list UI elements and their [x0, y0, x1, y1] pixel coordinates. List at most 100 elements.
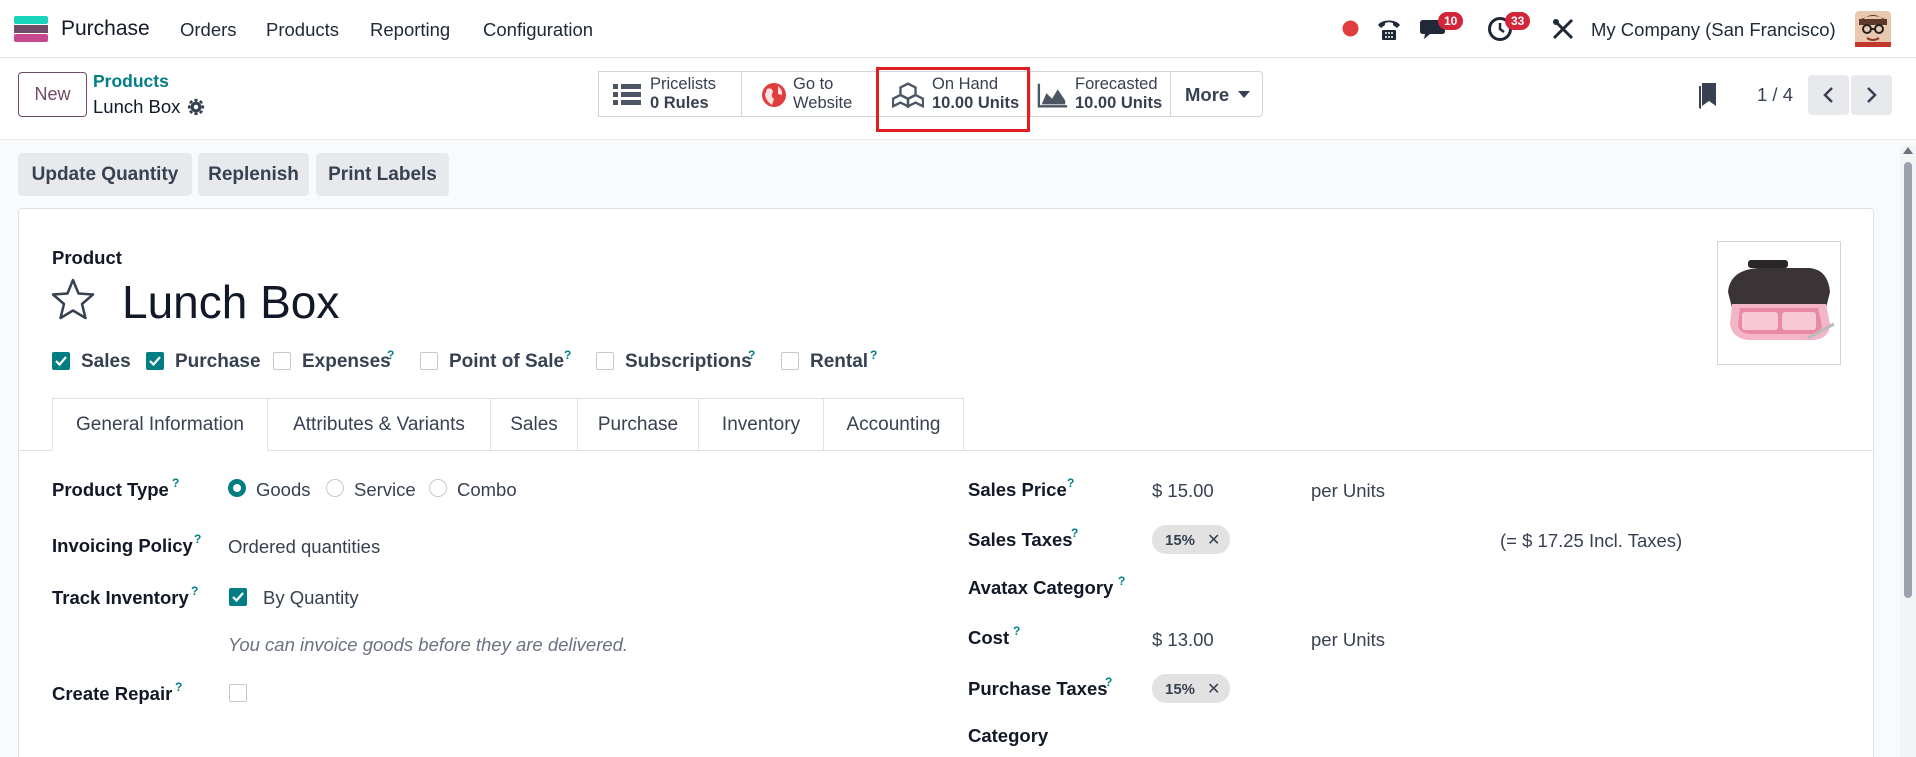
chevron-left-icon [1823, 87, 1833, 103]
menu-configuration[interactable]: Configuration [483, 19, 593, 41]
sales-tax-tag-label: 15% [1165, 532, 1196, 549]
invoice-hint: You can invoice goods before they are de… [228, 634, 629, 655]
pricelists-label: Pricelists [650, 75, 717, 93]
scrollbar-thumb[interactable] [1904, 162, 1912, 598]
invoicing-policy-help-icon[interactable]: ? [194, 532, 201, 546]
purchase-checkbox[interactable] [146, 352, 164, 370]
sales-taxes-help-icon[interactable]: ? [1071, 526, 1078, 540]
sales-price-unit: per Units [1311, 480, 1386, 501]
service-radio-label: Service [354, 479, 416, 500]
sales-price-help-icon[interactable]: ? [1067, 476, 1074, 490]
phone-icon[interactable] [1376, 16, 1402, 42]
pager-value[interactable]: 1 / 4 [1757, 84, 1793, 106]
remove-tag-icon[interactable]: ✕ [1207, 530, 1220, 550]
goods-radio[interactable] [228, 479, 246, 497]
expenses-help-icon[interactable]: ? [387, 348, 394, 362]
check-icon [149, 356, 161, 367]
company-switcher[interactable]: My Company (San Francisco) [1591, 19, 1836, 41]
tools-icon[interactable] [1551, 17, 1575, 41]
scroll-up-arrow[interactable] [1903, 147, 1913, 155]
sales-checkbox-label: Sales [81, 351, 131, 372]
create-repair-help-icon[interactable]: ? [175, 680, 182, 694]
avatax-category-help-icon[interactable]: ? [1118, 574, 1125, 588]
go-to-website-smart-button[interactable]: Go to Website [741, 71, 877, 117]
website-label-line2: Website [793, 94, 853, 112]
update-quantity-button[interactable]: Update Quantity [18, 153, 192, 196]
track-inventory-label: Track Inventory [52, 587, 189, 608]
replenish-button[interactable]: Replenish [198, 153, 309, 196]
forecasted-smart-button[interactable]: Forecasted 10.00 Units [1030, 71, 1171, 117]
create-repair-checkbox[interactable] [229, 684, 247, 702]
sales-price-label: Sales Price [968, 479, 1067, 500]
menu-products[interactable]: Products [266, 19, 339, 41]
list-icon [613, 84, 641, 105]
combo-radio[interactable] [429, 479, 447, 497]
forecasted-label: Forecasted [1075, 75, 1158, 93]
favorite-star-icon[interactable] [50, 277, 96, 321]
pager-previous-button[interactable] [1808, 75, 1849, 115]
purchase-taxes-label: Purchase Taxes [968, 678, 1108, 699]
product-label: Product [52, 247, 122, 268]
expenses-checkbox[interactable] [273, 352, 291, 370]
menu-reporting[interactable]: Reporting [370, 19, 450, 41]
cost-help-icon[interactable]: ? [1013, 624, 1020, 638]
tab-attributes-variants[interactable]: Attributes & Variants [267, 398, 491, 451]
point-of-sale-checkbox[interactable] [420, 352, 438, 370]
chat-badge: 10 [1438, 12, 1464, 30]
sales-taxes-label: Sales Taxes [968, 529, 1073, 550]
cost-unit: per Units [1311, 629, 1386, 650]
track-inventory-help-icon[interactable]: ? [191, 584, 198, 598]
bookmark-icon[interactable] [1698, 82, 1718, 110]
tab-purchase[interactable]: Purchase [577, 398, 699, 451]
print-labels-button[interactable]: Print Labels [316, 153, 449, 196]
purchase-app-icon[interactable] [14, 16, 48, 42]
remove-tag-icon[interactable]: ✕ [1207, 679, 1220, 699]
chevron-right-icon [1867, 87, 1877, 103]
invoicing-policy-label: Invoicing Policy [52, 535, 193, 556]
record-icon[interactable] [1342, 20, 1359, 37]
more-label: More [1185, 84, 1230, 105]
invoicing-policy-value[interactable]: Ordered quantities [228, 536, 380, 558]
sales-checkbox[interactable] [52, 352, 70, 370]
gear-icon[interactable] [187, 98, 205, 116]
expenses-checkbox-label: Expenses [302, 351, 391, 372]
user-avatar[interactable] [1855, 11, 1891, 47]
app-name[interactable]: Purchase [61, 17, 150, 41]
rental-help-icon[interactable]: ? [870, 348, 877, 362]
menu-orders[interactable]: Orders [180, 19, 237, 41]
product-name[interactable]: Lunch Box [122, 275, 339, 329]
breadcrumb-products[interactable]: Products [93, 71, 169, 92]
track-inventory-value[interactable]: By Quantity [263, 587, 359, 609]
pricelists-smart-button[interactable]: Pricelists 0 Rules [598, 71, 742, 117]
cost-label: Cost [968, 627, 1010, 648]
service-radio[interactable] [326, 479, 344, 497]
tab-sales[interactable]: Sales [490, 398, 578, 451]
product-type-help-icon[interactable]: ? [172, 476, 179, 490]
purchase-taxes-help-icon[interactable]: ? [1105, 675, 1112, 689]
tab-accounting[interactable]: Accounting [823, 398, 964, 451]
subscriptions-checkbox[interactable] [596, 352, 614, 370]
check-icon [232, 592, 244, 603]
avatax-category-label: Avatax Category [968, 577, 1114, 598]
pager-next-button[interactable] [1851, 75, 1892, 115]
product-image[interactable] [1717, 241, 1841, 365]
new-button[interactable]: New [18, 72, 87, 117]
tab-general-information[interactable]: General Information [52, 398, 268, 451]
breadcrumb-current: Lunch Box [93, 96, 181, 117]
caret-down-icon [1238, 91, 1250, 98]
product-type-label: Product Type [52, 479, 169, 500]
check-icon [55, 356, 67, 367]
tab-inventory[interactable]: Inventory [698, 398, 824, 451]
purchase-tax-tag[interactable]: 15% ✕ [1152, 674, 1230, 703]
point-of-sale-help-icon[interactable]: ? [564, 348, 571, 362]
sales-tax-tag[interactable]: 15% ✕ [1152, 525, 1230, 554]
top-navbar: Purchase Orders Products Reporting Confi… [0, 0, 1916, 58]
rental-checkbox-label: Rental [810, 351, 869, 372]
cost-value[interactable]: $ 13.00 [1152, 629, 1214, 651]
website-label-line1: Go to [793, 75, 834, 93]
subscriptions-help-icon[interactable]: ? [748, 348, 755, 362]
rental-checkbox[interactable] [781, 352, 799, 370]
more-dropdown[interactable]: More [1170, 71, 1263, 117]
track-inventory-checkbox[interactable] [229, 588, 247, 606]
sales-price-value[interactable]: $ 15.00 [1152, 480, 1214, 502]
